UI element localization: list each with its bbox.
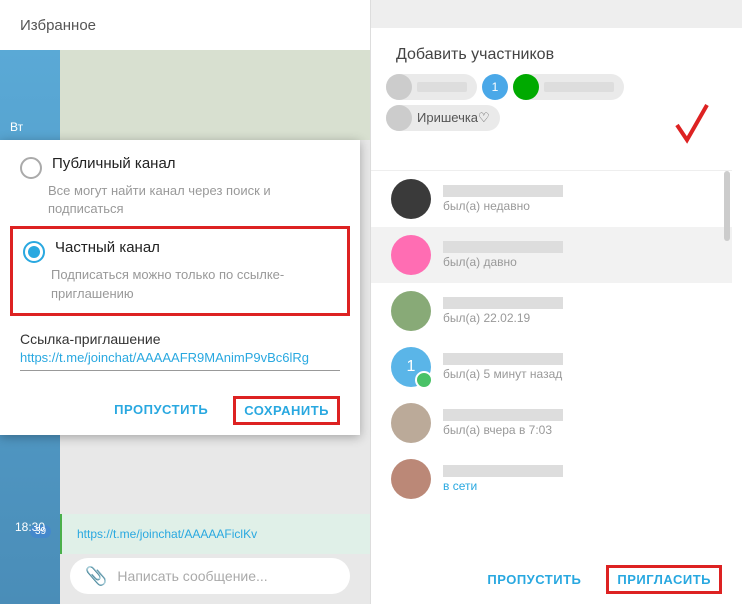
invite-button[interactable]: ПРИГЛАСИТЬ: [606, 565, 722, 594]
radio-private[interactable]: [23, 241, 45, 263]
day-label: Вт: [10, 120, 23, 134]
save-button[interactable]: СОХРАНИТЬ: [233, 396, 340, 425]
contact-status: был(а) 22.02.19: [443, 311, 563, 325]
contact-row[interactable]: 1 был(а) 5 минут назад: [371, 339, 732, 395]
contact-status: был(а) недавно: [443, 199, 563, 213]
highlight-private: Частный канал Подписаться можно только п…: [10, 226, 350, 315]
avatar: 1: [391, 347, 431, 387]
chat-header: Избранное: [0, 0, 370, 50]
invite-link-label: Ссылка-приглашение: [20, 331, 340, 347]
contact-name: [443, 353, 563, 365]
left-panel: Избранное Вт 39 18:30 https://t.me/joinc…: [0, 0, 370, 604]
avatar: [391, 291, 431, 331]
invite-link-section: Ссылка-приглашение https://t.me/joinchat…: [20, 331, 340, 371]
contact-row[interactable]: был(а) вчера в 7:03: [371, 395, 732, 451]
message-input-bg: 📎 Написать сообщение...: [70, 558, 350, 594]
contact-status: был(а) давно: [443, 255, 563, 269]
contact-row[interactable]: в сети: [371, 451, 732, 507]
chip-counter: 1: [482, 74, 508, 100]
chat-title: Избранное: [20, 17, 96, 34]
right-actions: ПРОПУСТИТЬ ПРИГЛАСИТЬ: [477, 565, 722, 594]
contact-row[interactable]: был(а) давно: [371, 227, 732, 283]
attach-icon: 📎: [85, 566, 107, 587]
radio-public[interactable]: [20, 157, 42, 179]
option-public-title: Публичный канал: [52, 155, 176, 179]
scrollbar[interactable]: [724, 171, 730, 241]
option-private-sub: Подписаться можно только по ссылке-пригл…: [51, 266, 337, 302]
channel-type-modal: Публичный канал Все могут найти канал че…: [0, 140, 360, 435]
contact-row[interactable]: был(а) 22.02.19: [371, 283, 732, 339]
chip-3[interactable]: Иришечка♡: [386, 105, 500, 131]
link-preview-msg: https://t.me/joinchat/AAAAAFiclKv: [60, 514, 370, 554]
contact-row[interactable]: был(а) недавно: [371, 171, 732, 227]
time-label: 18:30: [15, 520, 45, 534]
contact-status: был(а) 5 минут назад: [443, 367, 563, 381]
avatar: [391, 235, 431, 275]
avatar: [391, 179, 431, 219]
contact-name: [443, 241, 563, 253]
modal-actions: ПРОПУСТИТЬ СОХРАНИТЬ: [20, 396, 340, 425]
option-private[interactable]: Частный канал: [23, 239, 337, 263]
add-members-title: Добавить участников: [371, 28, 742, 74]
contact-name: [443, 465, 563, 477]
right-panel: Добавить участников 1 Иришечка♡ был(а) н…: [370, 0, 742, 604]
contact-status: был(а) вчера в 7:03: [443, 423, 563, 437]
contacts-list: был(а) недавно был(а) давно был(а) 22.02…: [371, 170, 732, 544]
option-public-sub: Все могут найти канал через поиск и подп…: [48, 182, 340, 218]
skip-button[interactable]: ПРОПУСТИТЬ: [477, 566, 591, 593]
invite-link-url[interactable]: https://t.me/joinchat/AAAAAFR9MAnimP9vBc…: [20, 350, 340, 371]
chip-2[interactable]: [513, 74, 624, 100]
check-icon: [415, 371, 433, 389]
skip-button[interactable]: ПРОПУСТИТЬ: [104, 396, 218, 425]
avatar: [391, 403, 431, 443]
right-header-bar: [371, 0, 742, 28]
contact-name: [443, 297, 563, 309]
contact-name: [443, 185, 563, 197]
contact-name: [443, 409, 563, 421]
checkmark-annotation: [672, 100, 712, 150]
contact-status: в сети: [443, 479, 563, 493]
chip-1[interactable]: [386, 74, 477, 100]
input-placeholder: Написать сообщение...: [117, 568, 267, 584]
avatar: [391, 459, 431, 499]
option-public[interactable]: Публичный канал: [20, 155, 340, 179]
option-private-title: Частный канал: [55, 239, 160, 263]
chat-bg: [60, 50, 370, 140]
